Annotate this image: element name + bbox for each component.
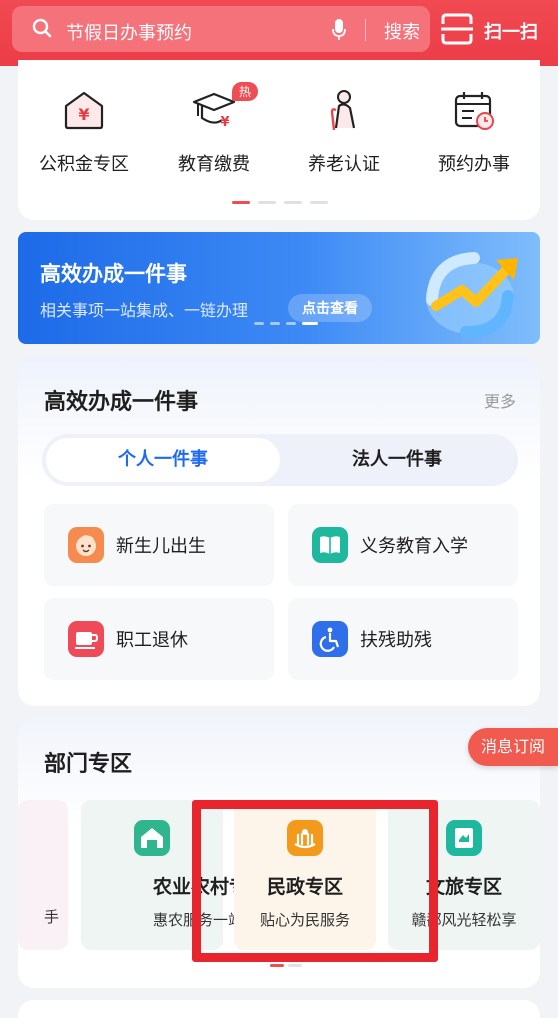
page-dot xyxy=(310,201,328,204)
baby-icon xyxy=(68,527,104,563)
search-icon xyxy=(32,18,52,38)
tool-pension-auth[interactable]: 养老认证 xyxy=(279,88,409,176)
scan-icon xyxy=(441,13,473,45)
tool-label: 公积金专区 xyxy=(39,154,129,175)
department-card-partial[interactable]: 手 xyxy=(18,800,68,950)
wheelchair-icon xyxy=(312,621,348,657)
scan-label: 扫一扫 xyxy=(484,22,538,43)
section-title: 部门专区 xyxy=(44,752,133,777)
tool-label: 教育缴费 xyxy=(178,154,250,175)
hot-badge: 热 xyxy=(232,82,259,101)
housing-fund-icon: ¥ xyxy=(64,91,104,130)
tool-appointment[interactable]: 预约办事 xyxy=(409,88,539,176)
banner-dot-active xyxy=(302,322,318,325)
barn-icon xyxy=(134,820,170,856)
more-link[interactable]: 更多 xyxy=(484,388,516,412)
promo-banner[interactable]: 高效办成一件事 相关事项一站集成、一链办理 点击查看 xyxy=(18,232,540,344)
service-label: 职工退休 xyxy=(116,630,188,651)
search-button[interactable]: 搜索 xyxy=(384,18,420,44)
service-label: 义务教育入学 xyxy=(360,536,468,557)
banner-title: 高效办成一件事 xyxy=(40,262,187,286)
book-icon xyxy=(312,527,348,563)
tool-label: 预约办事 xyxy=(438,154,510,175)
service-label: 扶残助残 xyxy=(360,630,432,651)
service-label: 新生儿出生 xyxy=(116,536,206,557)
calendar-clock-icon xyxy=(454,92,494,130)
banner-cta-button[interactable]: 点击查看 xyxy=(288,294,372,322)
svg-text:¥: ¥ xyxy=(220,115,229,130)
graduation-cap-icon: ¥ xyxy=(192,92,236,130)
page-dot xyxy=(284,201,302,204)
next-section-card xyxy=(18,1000,540,1018)
service-newborn[interactable]: 新生儿出生 xyxy=(44,504,274,586)
banner-dot xyxy=(270,322,280,325)
search-bar[interactable]: 节假日办事预约 搜索 xyxy=(12,6,430,52)
scan-button[interactable]: 扫一扫 xyxy=(438,6,552,52)
page-dot-active xyxy=(270,964,284,967)
page-dot xyxy=(288,964,302,967)
search-divider xyxy=(365,19,366,41)
service-disability-aid[interactable]: 扶残助残 xyxy=(288,598,518,680)
page-dot-active xyxy=(232,201,250,204)
elderly-icon xyxy=(330,90,356,131)
service-compulsory-education[interactable]: 义务教育入学 xyxy=(288,504,518,586)
department-desc: 手 xyxy=(44,908,60,926)
growth-chart-illustration xyxy=(426,252,518,338)
tool-label: 养老认证 xyxy=(308,154,380,175)
tab-personal[interactable]: 个人一件事 xyxy=(46,438,280,482)
highlight-box xyxy=(192,800,438,962)
tool-education-fee[interactable]: ¥ 教育缴费 xyxy=(149,88,279,176)
message-subscribe-button[interactable]: 消息订阅 xyxy=(468,728,558,766)
search-placeholder: 节假日办事预约 xyxy=(66,23,192,44)
tab-switcher: 个人一件事 法人一件事 xyxy=(42,434,518,486)
tourism-book-icon xyxy=(446,820,482,856)
section-title: 高效办成一件事 xyxy=(44,390,199,415)
cup-icon xyxy=(68,621,104,657)
banner-dot xyxy=(254,322,264,325)
svg-text:¥: ¥ xyxy=(78,105,89,124)
tool-housing-fund[interactable]: ¥ 公积金专区 xyxy=(19,88,149,176)
top-bar: 节假日办事预约 搜索 扫一扫 xyxy=(0,0,558,66)
banner-subtitle: 相关事项一站集成、一链办理 xyxy=(40,301,249,320)
page-dot xyxy=(258,201,276,204)
tab-corporate[interactable]: 法人一件事 xyxy=(280,438,514,482)
quick-tools-card: ¥ 公积金专区 ¥ 教育缴费 养老认证 预约办事 热 xyxy=(18,60,540,220)
efficient-service-card: 高效办成一件事 更多 个人一件事 法人一件事 新生儿出生 义务教育入学 职工退休 xyxy=(18,356,540,706)
banner-dot xyxy=(286,322,296,325)
service-retirement[interactable]: 职工退休 xyxy=(44,598,274,680)
microphone-icon[interactable] xyxy=(332,19,346,41)
